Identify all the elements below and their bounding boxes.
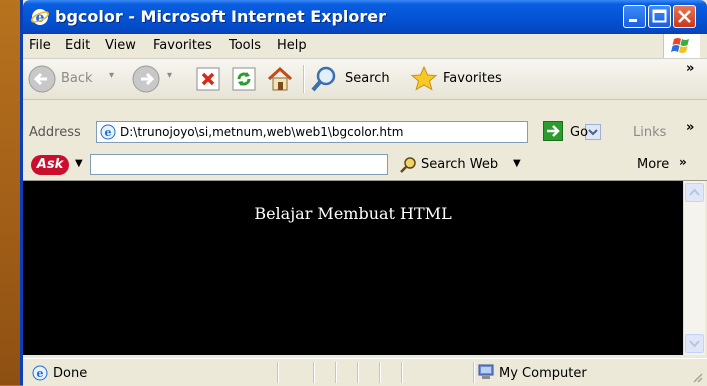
toolbar-overflow-button[interactable]: »: [686, 61, 694, 76]
status-divider: [379, 362, 381, 383]
windows-logo-icon: [663, 34, 700, 58]
favorites-button[interactable]: Favorites: [409, 64, 529, 94]
ask-search-input[interactable]: [90, 154, 388, 175]
go-button[interactable]: [543, 121, 563, 141]
status-divider: [401, 362, 403, 383]
stop-button[interactable]: [193, 64, 223, 94]
my-computer-icon: [478, 364, 494, 379]
go-arrow-icon: [547, 125, 560, 137]
address-label: Address: [29, 125, 81, 140]
ie-icon: e: [30, 8, 50, 26]
menu-tools[interactable]: Tools: [229, 38, 261, 53]
ask-logo[interactable]: Ask: [31, 155, 69, 175]
page-ie-icon: e: [100, 124, 116, 140]
menu-file[interactable]: File: [29, 38, 51, 53]
address-bar: Address e D:\trunojoyo\si,metnum,web\web…: [23, 100, 707, 151]
menu-edit[interactable]: Edit: [65, 38, 90, 53]
links-overflow-button[interactable]: »: [686, 120, 694, 135]
page-done-icon: e: [32, 365, 48, 381]
back-dropdown-icon: ▾: [109, 70, 115, 81]
status-divider: [313, 362, 315, 383]
search-label: Search: [345, 71, 390, 86]
security-zone-label: My Computer: [499, 366, 587, 381]
links-label[interactable]: Links: [633, 125, 666, 140]
status-divider: [277, 362, 279, 383]
status-bar: e Done My Computer: [23, 358, 707, 386]
search-web-icon[interactable]: [398, 155, 418, 175]
page-heading: Belajar Membuat HTML: [254, 204, 452, 223]
chevron-up-icon: [689, 188, 700, 196]
maximize-button[interactable]: [648, 5, 671, 28]
go-label[interactable]: Go: [570, 125, 588, 140]
window-title: bgcolor - Microsoft Internet Explorer: [55, 7, 387, 26]
refresh-button[interactable]: [229, 64, 259, 94]
search-web-dropdown-icon[interactable]: ▼: [513, 158, 521, 169]
address-input[interactable]: e D:\trunojoyo\si,metnum,web\web1\bgcolo…: [96, 121, 601, 143]
stop-icon: [196, 67, 220, 91]
more-button[interactable]: More: [637, 157, 669, 172]
menu-view[interactable]: View: [105, 38, 136, 53]
refresh-icon: [232, 67, 256, 91]
address-url: D:\trunojoyo\si,metnum,web\web1\bgcolor.…: [120, 125, 404, 139]
menu-bar: File Edit View Favorites Tools Help: [23, 34, 707, 59]
toolbar-separator: [303, 65, 305, 93]
status-divider: [335, 362, 337, 383]
browser-window: e bgcolor - Microsoft Internet Explorer …: [20, 0, 707, 386]
favorites-star-icon: [410, 65, 438, 91]
scroll-down-button[interactable]: [685, 334, 704, 353]
scroll-up-button[interactable]: [685, 183, 704, 202]
more-overflow-icon[interactable]: »: [679, 155, 687, 169]
menu-favorites[interactable]: Favorites: [153, 38, 212, 53]
title-bar[interactable]: e bgcolor - Microsoft Internet Explorer: [23, 0, 707, 34]
chevron-down-icon: [689, 340, 700, 348]
home-icon: [267, 66, 293, 91]
minimize-button[interactable]: [623, 5, 646, 28]
svg-text:e: e: [105, 126, 112, 139]
close-button[interactable]: [673, 5, 696, 28]
ask-toolbar: Ask ▼ Search Web ▼ More »: [23, 150, 707, 181]
forward-arrow-icon: [132, 65, 160, 93]
status-text: Done: [53, 366, 88, 381]
forward-button[interactable]: ▾: [131, 64, 181, 94]
back-arrow-icon: [28, 65, 56, 93]
resize-grip-icon[interactable]: [691, 371, 703, 383]
status-divider: [357, 362, 359, 383]
vertical-scrollbar[interactable]: [683, 181, 705, 355]
favorites-label: Favorites: [443, 71, 502, 86]
back-label: Back: [61, 71, 93, 86]
page-content[interactable]: Belajar Membuat HTML: [23, 181, 683, 355]
status-divider: [473, 362, 475, 383]
menu-help[interactable]: Help: [277, 38, 307, 53]
svg-text:e: e: [37, 367, 44, 380]
search-button[interactable]: Search: [309, 64, 405, 94]
chevron-down-icon: [588, 129, 598, 136]
search-icon: [311, 66, 336, 92]
forward-dropdown-icon: ▾: [167, 70, 173, 81]
back-button[interactable]: Back ▾: [27, 64, 127, 94]
ask-dropdown-icon[interactable]: ▼: [75, 158, 83, 169]
search-web-button[interactable]: Search Web: [421, 157, 498, 172]
standard-toolbar: Back ▾ ▾ Search Favorites »: [23, 59, 707, 100]
home-button[interactable]: [265, 64, 297, 94]
